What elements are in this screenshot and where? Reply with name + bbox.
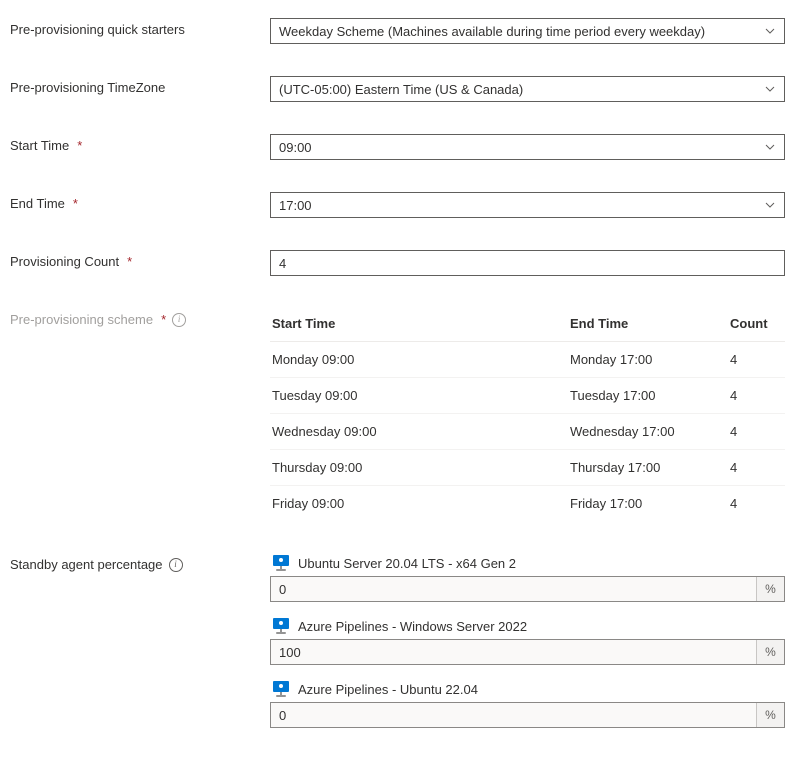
end-time-value: 17:00 — [279, 198, 312, 213]
cell-start: Thursday 09:00 — [270, 460, 570, 475]
standby-agent-block: Azure Pipelines - Ubuntu 22.04% — [270, 679, 785, 728]
percent-suffix: % — [756, 703, 784, 727]
timezone-value: (UTC-05:00) Eastern Time (US & Canada) — [279, 82, 523, 97]
percentage-input[interactable] — [271, 640, 756, 664]
percentage-input-wrap: % — [270, 702, 785, 728]
info-icon[interactable]: i — [172, 313, 186, 327]
cell-count: 4 — [730, 352, 785, 367]
percent-suffix: % — [756, 577, 784, 601]
table-row: Monday 09:00Monday 17:004 — [270, 342, 785, 378]
standby-agent-block: Ubuntu Server 20.04 LTS - x64 Gen 2% — [270, 553, 785, 602]
cell-start: Monday 09:00 — [270, 352, 570, 367]
agent-name: Azure Pipelines - Ubuntu 22.04 — [298, 682, 478, 697]
cell-count: 4 — [730, 496, 785, 511]
cell-end: Friday 17:00 — [570, 496, 730, 511]
percent-suffix: % — [756, 640, 784, 664]
chevron-down-icon — [764, 141, 776, 153]
agent-name: Ubuntu Server 20.04 LTS - x64 Gen 2 — [298, 556, 516, 571]
percentage-input-wrap: % — [270, 576, 785, 602]
timezone-label: Pre-provisioning TimeZone — [10, 76, 270, 95]
provisioning-count-label: Provisioning Count* — [10, 250, 270, 269]
percentage-input-wrap: % — [270, 639, 785, 665]
table-header: Start Time End Time Count — [270, 308, 785, 342]
quick-starters-label: Pre-provisioning quick starters — [10, 18, 270, 37]
cell-count: 4 — [730, 460, 785, 475]
percentage-input[interactable] — [271, 577, 756, 601]
table-row: Tuesday 09:00Tuesday 17:004 — [270, 378, 785, 414]
provisioning-count-input[interactable] — [270, 250, 785, 276]
chevron-down-icon — [764, 199, 776, 211]
cell-end: Monday 17:00 — [570, 352, 730, 367]
start-time-select[interactable]: 09:00 — [270, 134, 785, 160]
table-row: Wednesday 09:00Wednesday 17:004 — [270, 414, 785, 450]
quick-starters-select[interactable]: Weekday Scheme (Machines available durin… — [270, 18, 785, 44]
chevron-down-icon — [764, 83, 776, 95]
cell-start: Wednesday 09:00 — [270, 424, 570, 439]
end-time-select[interactable]: 17:00 — [270, 192, 785, 218]
header-count: Count — [730, 316, 785, 331]
schedule-table: Start Time End Time Count Monday 09:00Mo… — [270, 308, 785, 521]
cell-start: Friday 09:00 — [270, 496, 570, 511]
table-row: Thursday 09:00Thursday 17:004 — [270, 450, 785, 486]
header-end: End Time — [570, 316, 730, 331]
timezone-select[interactable]: (UTC-05:00) Eastern Time (US & Canada) — [270, 76, 785, 102]
agent-name: Azure Pipelines - Windows Server 2022 — [298, 619, 527, 634]
cell-end: Thursday 17:00 — [570, 460, 730, 475]
scheme-label: Pre-provisioning scheme* i — [10, 308, 270, 327]
table-row: Friday 09:00Friday 17:004 — [270, 486, 785, 521]
vm-icon — [272, 681, 290, 697]
cell-start: Tuesday 09:00 — [270, 388, 570, 403]
start-time-label: Start Time* — [10, 134, 270, 153]
start-time-value: 09:00 — [279, 140, 312, 155]
cell-end: Tuesday 17:00 — [570, 388, 730, 403]
quick-starters-value: Weekday Scheme (Machines available durin… — [279, 24, 705, 39]
chevron-down-icon — [764, 25, 776, 37]
percentage-input[interactable] — [271, 703, 756, 727]
cell-count: 4 — [730, 424, 785, 439]
vm-icon — [272, 618, 290, 634]
info-icon[interactable]: i — [169, 558, 183, 572]
cell-count: 4 — [730, 388, 785, 403]
cell-end: Wednesday 17:00 — [570, 424, 730, 439]
end-time-label: End Time* — [10, 192, 270, 211]
vm-icon — [272, 555, 290, 571]
header-start: Start Time — [270, 316, 570, 331]
standby-label: Standby agent percentage i — [10, 553, 270, 572]
standby-agent-block: Azure Pipelines - Windows Server 2022% — [270, 616, 785, 665]
